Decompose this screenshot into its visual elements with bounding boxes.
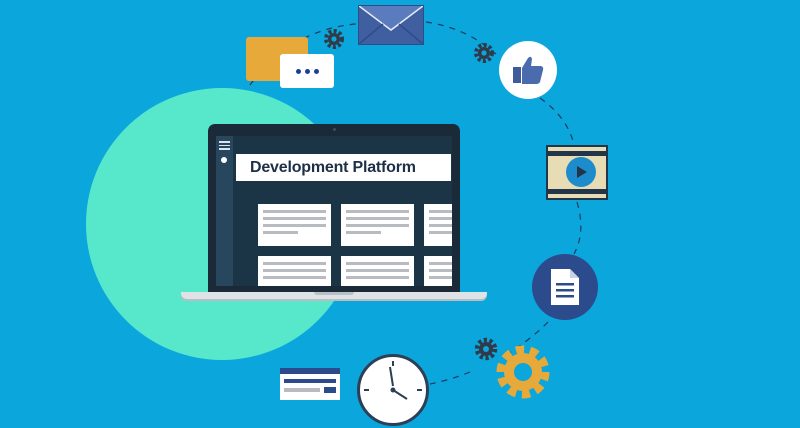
gear-icon bbox=[496, 345, 550, 399]
content-card[interactable] bbox=[424, 204, 452, 246]
clock-icon bbox=[357, 354, 429, 426]
content-card[interactable] bbox=[424, 256, 452, 286]
page-header: Development Platform bbox=[236, 154, 451, 181]
thumbs-up-icon bbox=[499, 41, 557, 99]
content-card[interactable] bbox=[258, 204, 331, 246]
sidebar-dot-icon[interactable] bbox=[221, 157, 227, 163]
document-icon bbox=[532, 254, 598, 320]
content-card[interactable] bbox=[341, 204, 414, 246]
content-card[interactable] bbox=[258, 256, 331, 286]
content-card[interactable] bbox=[341, 256, 414, 286]
small-gear-bottom-icon bbox=[474, 337, 498, 361]
video-player-icon bbox=[546, 145, 608, 200]
webcam bbox=[333, 128, 336, 131]
play-icon bbox=[566, 157, 596, 187]
laptop-base-notch bbox=[314, 292, 354, 295]
chat-bubbles-icon bbox=[280, 54, 334, 88]
page-title: Development Platform bbox=[250, 158, 416, 176]
small-gear-top-right-icon bbox=[474, 43, 494, 63]
small-gear-top-left-icon bbox=[324, 29, 344, 49]
envelope-icon bbox=[358, 5, 424, 45]
form-window-icon bbox=[280, 368, 340, 400]
laptop-display: Development Platform bbox=[216, 136, 452, 286]
hamburger-menu-icon[interactable] bbox=[219, 141, 230, 150]
laptop-base bbox=[181, 292, 487, 299]
app-sidebar bbox=[216, 136, 233, 286]
